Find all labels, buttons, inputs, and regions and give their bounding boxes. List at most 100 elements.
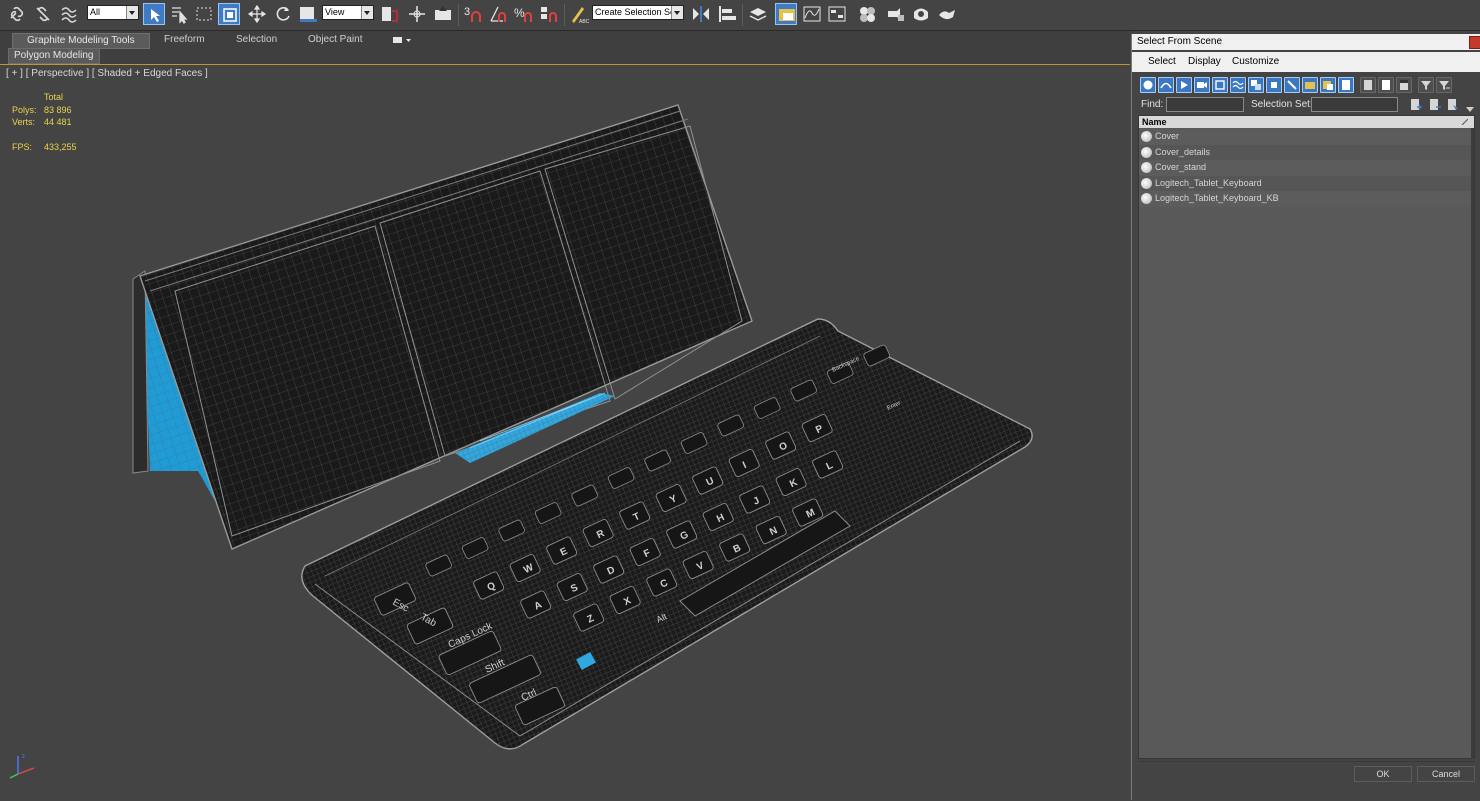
axis-tripod-icon: z xyxy=(4,750,44,783)
svg-text:%: % xyxy=(514,6,525,20)
reference-coordinate-select[interactable]: View xyxy=(322,5,374,20)
list-item[interactable]: Logitech_Tablet_Keyboard_KB xyxy=(1139,191,1474,207)
toolbar-separator xyxy=(564,4,565,26)
window-crossing-icon[interactable] xyxy=(218,3,240,25)
geometry-object-icon xyxy=(1141,162,1152,174)
select-object-icon[interactable] xyxy=(143,3,165,25)
list-item[interactable]: Logitech_Tablet_Keyboard xyxy=(1139,175,1474,192)
unlink-icon[interactable] xyxy=(32,3,54,25)
ok-button[interactable]: OK xyxy=(1354,766,1412,782)
curve-editor-icon[interactable] xyxy=(801,3,823,25)
stats-polys-value: 83 896 xyxy=(44,104,72,115)
move-icon[interactable] xyxy=(246,3,268,25)
mirror-icon[interactable] xyxy=(690,3,712,25)
select-by-name-icon[interactable] xyxy=(168,3,190,25)
ribbon-panel-polygon-modeling[interactable]: Polygon Modeling xyxy=(8,48,100,64)
display-all-icon[interactable] xyxy=(1360,77,1376,93)
tab-freeform[interactable]: Freeform xyxy=(150,33,219,47)
sort-arrow-icon xyxy=(1462,119,1468,125)
display-invert-icon[interactable] xyxy=(1396,77,1412,93)
find-input[interactable] xyxy=(1166,97,1244,112)
display-shapes-icon[interactable] xyxy=(1158,77,1174,93)
scene-explorer-icon[interactable] xyxy=(775,3,797,25)
stats-fps-value: 433,255 xyxy=(44,142,77,152)
svg-text:z: z xyxy=(22,754,25,760)
display-lights-icon[interactable] xyxy=(1176,77,1192,93)
display-geometry-icon[interactable] xyxy=(1140,77,1156,93)
display-xrefs-icon[interactable] xyxy=(1266,77,1282,93)
menu-select[interactable]: Select xyxy=(1148,56,1176,67)
find-label: Find: xyxy=(1141,99,1164,110)
rendered-frame-window-icon[interactable] xyxy=(910,3,932,25)
list-item-name: Cover_details xyxy=(1155,146,1211,157)
dialog-menubar: Select Display Customize xyxy=(1132,52,1480,72)
display-hidden-icon[interactable] xyxy=(1338,77,1354,93)
menu-display[interactable]: Display xyxy=(1188,56,1221,67)
display-cameras-icon[interactable] xyxy=(1194,77,1210,93)
main-toolbar: All View 3 % ABC Create Selection Se xyxy=(0,0,1480,31)
render-production-icon[interactable] xyxy=(936,3,958,25)
material-editor-icon[interactable] xyxy=(856,3,878,25)
graphite-ribbon: Graphite Modeling Tools Freeform Selecti… xyxy=(0,31,1130,64)
display-spacewarps-icon[interactable] xyxy=(1230,77,1246,93)
menu-customize[interactable]: Customize xyxy=(1232,56,1279,67)
tab-graphite-modeling-tools[interactable]: Graphite Modeling Tools xyxy=(12,33,150,49)
perspective-viewport[interactable]: QWERTYUIOPASDFGHJKLZXCVBNM Esc Tab Caps … xyxy=(0,64,1130,800)
pivot-center-icon[interactable] xyxy=(378,3,400,25)
chevron-down-icon[interactable] xyxy=(1466,104,1474,112)
remove-selection-set-icon[interactable] xyxy=(1429,98,1441,111)
link-icon[interactable] xyxy=(6,3,28,25)
column-header-label: Name xyxy=(1142,117,1167,127)
edit-named-selection-icon[interactable]: ABC xyxy=(567,3,589,25)
scale-icon[interactable] xyxy=(297,3,319,25)
close-icon[interactable] xyxy=(1469,36,1480,49)
spinner-snap-icon[interactable] xyxy=(538,3,560,25)
filter-icon[interactable] xyxy=(1418,77,1434,93)
display-frozen-icon[interactable] xyxy=(1320,77,1336,93)
stats-header: Total xyxy=(44,92,64,102)
selection-set-select[interactable] xyxy=(1311,97,1398,112)
display-containers-icon[interactable] xyxy=(1302,77,1318,93)
selection-filter-select[interactable]: All xyxy=(87,5,139,20)
display-helpers-icon[interactable] xyxy=(1212,77,1228,93)
list-item[interactable]: Cover_details xyxy=(1139,144,1474,161)
snaps-toggle-icon[interactable]: 3 xyxy=(463,3,485,25)
geometry-object-icon xyxy=(1141,177,1152,189)
ribbon-options-icon[interactable] xyxy=(392,36,412,45)
list-scrollbar[interactable] xyxy=(1471,128,1474,758)
tab-selection[interactable]: Selection xyxy=(222,33,291,47)
list-item[interactable]: Cover_stand xyxy=(1139,160,1474,176)
add-selection-set-icon[interactable] xyxy=(1410,98,1422,111)
rotate-icon[interactable] xyxy=(272,3,294,25)
dialog-button-bar: OK Cancel xyxy=(1138,761,1475,801)
render-setup-icon[interactable] xyxy=(884,3,906,25)
display-groups-icon[interactable] xyxy=(1248,77,1264,93)
bind-spacewarp-icon[interactable] xyxy=(58,3,80,25)
filter-options-icon[interactable] xyxy=(1436,77,1452,93)
keyboard-shortcut-override-icon[interactable] xyxy=(432,3,454,25)
scene-object-list: Name Cover Cover_details Cover_stand Logite… xyxy=(1138,115,1475,759)
align-icon[interactable] xyxy=(716,3,738,25)
layer-manager-icon[interactable] xyxy=(747,3,769,25)
named-selection-set-select[interactable]: Create Selection Se xyxy=(592,5,684,20)
dialog-title: Select From Scene xyxy=(1137,36,1223,47)
list-item-name: Cover_stand xyxy=(1155,162,1207,173)
stats-polys-label: Polys: xyxy=(12,104,37,115)
tab-object-paint[interactable]: Object Paint xyxy=(294,33,376,47)
dialog-titlebar[interactable]: Select From Scene xyxy=(1132,34,1480,50)
schematic-view-icon[interactable] xyxy=(826,3,848,25)
cancel-button[interactable]: Cancel xyxy=(1417,766,1475,782)
angle-snap-icon[interactable] xyxy=(488,3,510,25)
rectangular-selection-icon[interactable] xyxy=(193,3,215,25)
percent-snap-icon[interactable]: % xyxy=(513,3,535,25)
select-manipulate-icon[interactable] xyxy=(406,3,428,25)
list-item[interactable]: Cover xyxy=(1139,129,1474,145)
geometry-object-icon xyxy=(1141,146,1152,158)
select-from-scene-dialog: Select From Scene Select Display Customi… xyxy=(1131,34,1480,801)
display-bones-icon[interactable] xyxy=(1284,77,1300,93)
list-column-name[interactable]: Name xyxy=(1139,116,1474,128)
select-set-members-icon[interactable] xyxy=(1447,98,1459,111)
geometry-object-icon xyxy=(1141,193,1152,205)
display-none-icon[interactable] xyxy=(1378,77,1394,93)
viewport-label[interactable]: [ + ] [ Perspective ] [ Shaded + Edged F… xyxy=(6,68,208,79)
